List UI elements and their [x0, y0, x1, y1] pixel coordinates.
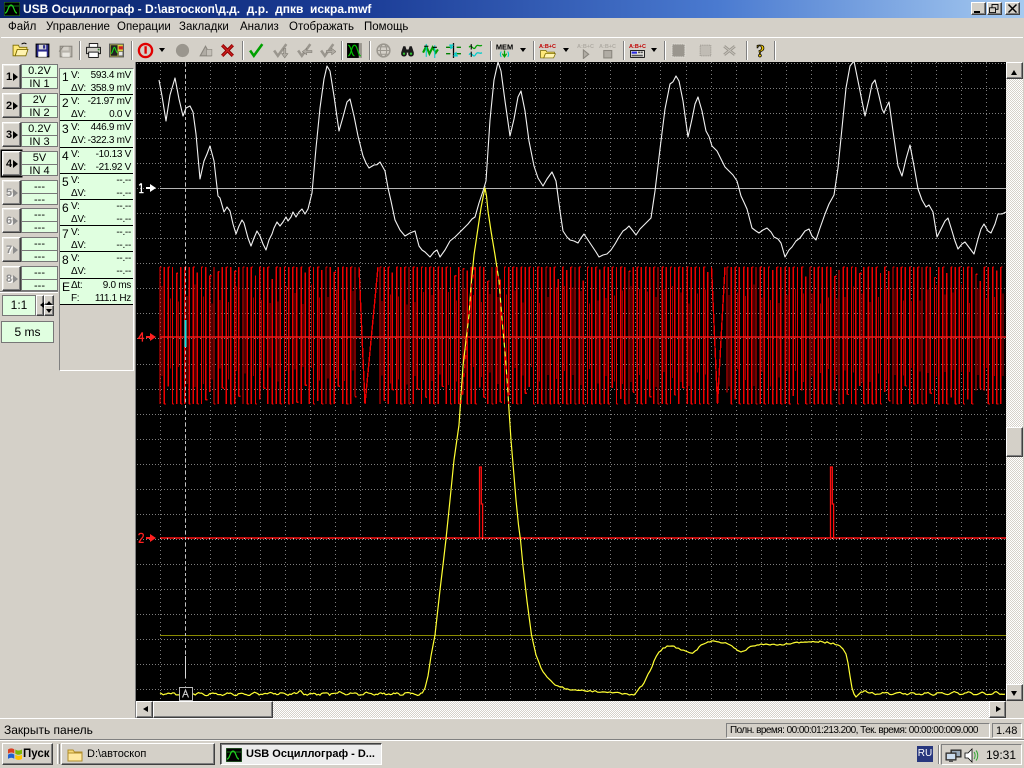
- svg-text:?: ?: [756, 42, 765, 59]
- svg-text:A:B+C: A:B+C: [629, 44, 646, 50]
- svg-text:A:B+C: A:B+C: [577, 44, 594, 50]
- svg-text:A:B+C: A:B+C: [599, 44, 616, 50]
- svg-text:A:B+C: A:B+C: [539, 44, 556, 50]
- svg-text:MEM: MEM: [496, 42, 513, 51]
